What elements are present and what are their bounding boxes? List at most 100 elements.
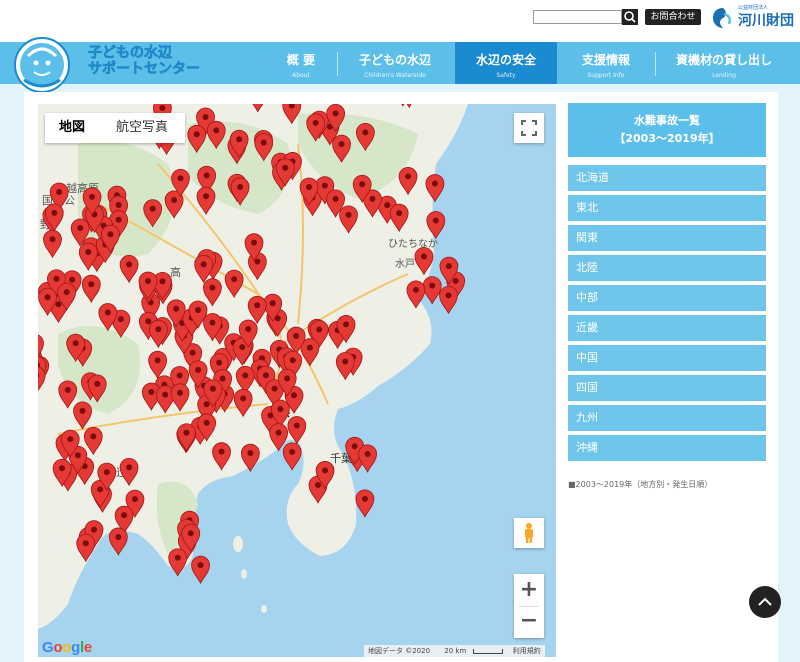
accident-marker-dot (94, 380, 101, 387)
nav-label: 子どもの水辺 (358, 53, 431, 67)
accident-marker-dot (56, 189, 63, 196)
accident-marker-dot (312, 119, 319, 126)
accident-marker-dot (239, 344, 246, 351)
nav-support-info[interactable]: 支援情報 Support Info (560, 42, 652, 84)
fullscreen-button[interactable] (514, 113, 544, 143)
region-okinawa[interactable]: 沖縄 (568, 435, 766, 461)
accident-marker-dot (174, 554, 181, 561)
accident-marker-dot (51, 209, 58, 216)
accident-marker-dot (291, 392, 298, 399)
accident-marker-dot (126, 464, 133, 471)
accident-marker-dot (316, 326, 323, 333)
accident-marker[interactable] (355, 489, 375, 518)
accident-marker-dot (67, 436, 74, 443)
map-tab[interactable]: 地図 (45, 113, 99, 143)
nav-safety[interactable]: 水辺の安全 Safety (455, 42, 557, 84)
region-chugoku[interactable]: 中国 (568, 345, 766, 371)
island (241, 569, 247, 579)
map-scale[interactable]: 20 km (436, 647, 506, 655)
accident-marker-dot (361, 495, 368, 502)
accident-marker-dot (203, 419, 210, 426)
accident-marker-dot (159, 278, 166, 285)
accident-marker-dot (154, 357, 161, 364)
accident-marker-dot (306, 344, 313, 351)
region-kanto[interactable]: 関東 (568, 225, 766, 251)
accident-marker-dot (79, 407, 86, 414)
accident-map[interactable]: 国立公 越高原 野 伊勢 ひたちなか 水戸 高 浜 千葉県 辻 岡 地図 航空写… (38, 104, 556, 657)
site-logo[interactable] (10, 36, 74, 94)
accident-marker-dot (412, 286, 419, 293)
accident-marker-dot (364, 450, 371, 457)
accident-marker-dot (104, 309, 111, 316)
accident-marker-dot (420, 253, 427, 260)
accident-marker[interactable] (168, 548, 188, 577)
search-icon (624, 11, 636, 23)
accident-marker-dot (359, 181, 366, 188)
accident-marker-dot (209, 284, 216, 291)
search-button[interactable] (622, 9, 638, 25)
nav-about[interactable]: 概 要 About (268, 42, 334, 84)
accident-marker[interactable] (358, 444, 377, 473)
region-tohoku[interactable]: 東北 (568, 195, 766, 221)
accident-marker-dot (107, 231, 114, 238)
satellite-tab[interactable]: 航空写真 (99, 113, 185, 143)
accident-marker-dot (315, 481, 322, 488)
accident-marker-dot (342, 358, 349, 365)
site-title[interactable]: 子どもの水辺 サポートセンター (88, 45, 228, 78)
zoom-out-button[interactable]: − (514, 606, 544, 638)
accident-marker-dot (236, 136, 243, 143)
accident-marker-dot (240, 395, 247, 402)
street-view-button[interactable] (514, 518, 544, 548)
accident-marker-dot (452, 277, 459, 284)
accident-marker-dot (90, 433, 97, 440)
nav-sublabel: About (292, 72, 310, 79)
nav-childrens-waterside[interactable]: 子どもの水辺 Children's Waterside (340, 42, 450, 84)
accident-marker-dot (254, 258, 261, 265)
accident-marker-dot (219, 375, 226, 382)
nav-sublabel: Support Info (587, 72, 625, 79)
region-hokkaido[interactable]: 北海道 (568, 165, 766, 191)
accident-marker[interactable] (282, 442, 302, 471)
region-shikoku[interactable]: 四国 (568, 375, 766, 401)
accident-marker-dot (203, 401, 210, 408)
region-kinki[interactable]: 近畿 (568, 315, 766, 341)
accident-marker[interactable] (108, 527, 128, 556)
accident-marker-dot (431, 180, 438, 187)
accident-marker-dot (115, 201, 122, 208)
accident-marker-dot (115, 216, 122, 223)
accident-marker-dot (203, 172, 210, 179)
accident-marker-dot (82, 540, 89, 547)
region-kyushu[interactable]: 九州 (568, 405, 766, 431)
accident-marker-dot (321, 182, 328, 189)
accident-marker-dot (203, 193, 210, 200)
zoom-in-button[interactable]: + (514, 574, 544, 606)
accident-marker-dot (115, 533, 122, 540)
accident-marker-dot (343, 321, 350, 328)
region-hokuriku[interactable]: 北陸 (568, 255, 766, 281)
accident-marker-dot (131, 496, 138, 503)
region-chubu[interactable]: 中部 (568, 285, 766, 311)
accident-marker[interactable] (422, 276, 442, 305)
accident-marker-dot (173, 305, 180, 312)
accident-marker-dot (197, 562, 204, 569)
sidebar-note: ■2003〜2019年（地方別・発生日順） (568, 480, 713, 489)
accident-marker-dot (432, 217, 439, 224)
map-data-credit[interactable]: 地図データ ©2020 (364, 647, 434, 655)
accident-marker-dot (338, 141, 345, 148)
accident-marker[interactable] (191, 555, 210, 585)
accident-marker-dot (289, 357, 296, 364)
accident-marker-dot (63, 289, 70, 296)
nav-lending[interactable]: 資機材の貸し出し Lending (660, 42, 788, 84)
zoom-control: + − (514, 574, 544, 638)
accident-marker-dot (49, 236, 56, 243)
accident-marker-dot (44, 294, 51, 301)
scroll-to-top-button[interactable] (749, 586, 781, 618)
island (233, 536, 243, 552)
accident-marker-dot (159, 104, 166, 111)
accident-marker-dot (242, 372, 249, 379)
accident-marker-dot (72, 340, 79, 347)
contact-button[interactable]: お問合わせ (645, 9, 701, 25)
search-input[interactable] (533, 10, 622, 24)
accident-marker[interactable] (439, 285, 458, 315)
terms-link[interactable]: 利用規約 (509, 647, 545, 655)
